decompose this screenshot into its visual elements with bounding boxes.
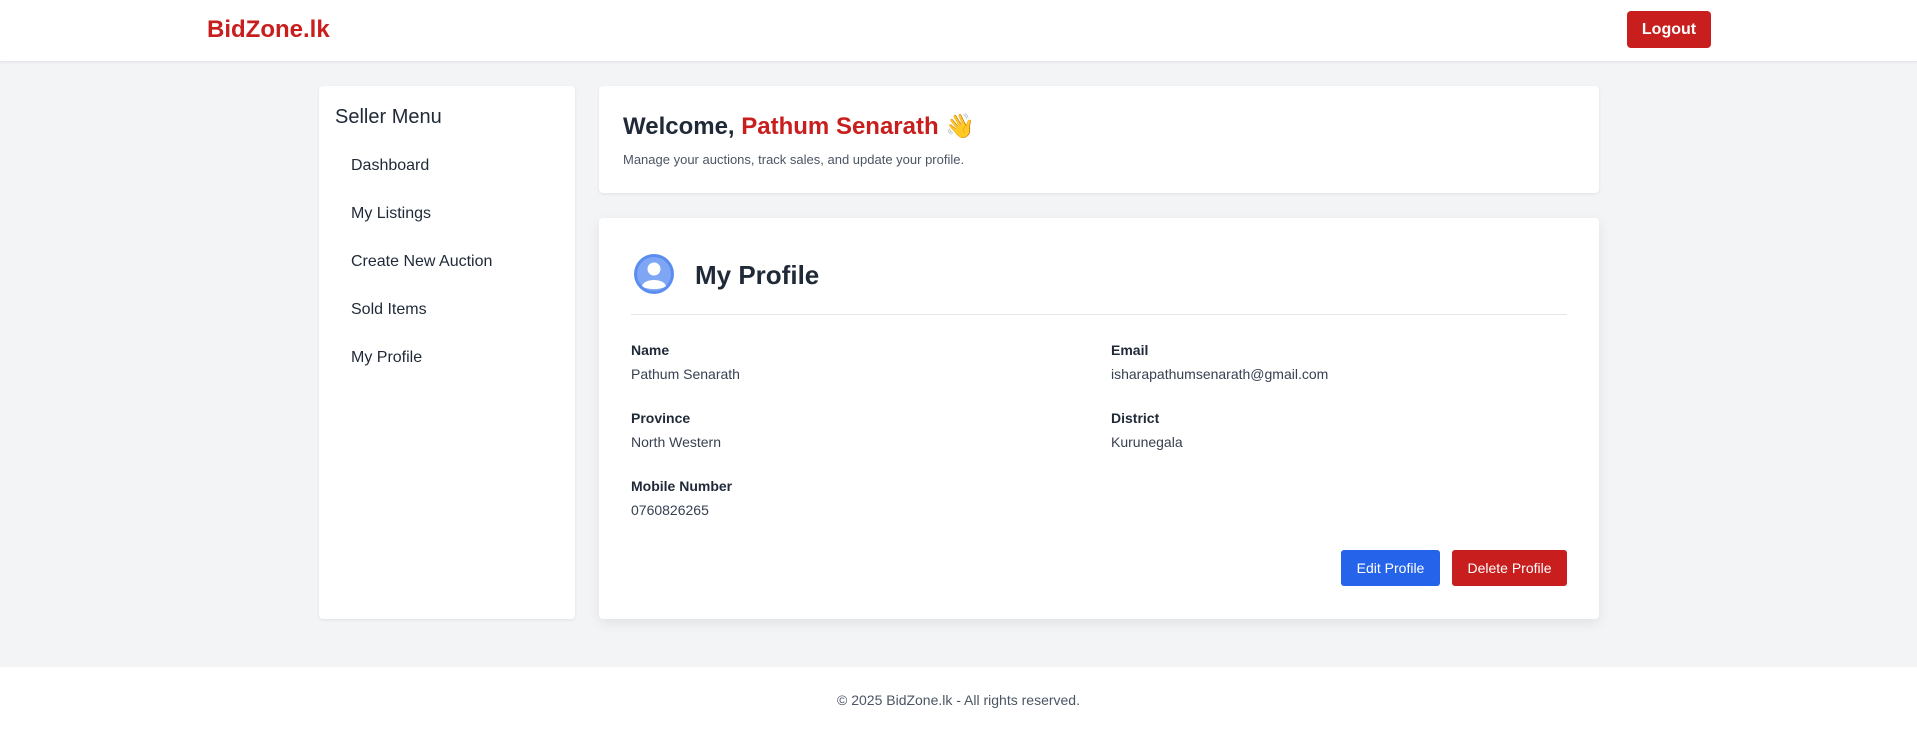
top-navbar: BidZone.lk Logout: [0, 0, 1917, 62]
edit-profile-button[interactable]: Edit Profile: [1341, 550, 1440, 586]
sidebar-item-create-new-auction[interactable]: Create New Auction: [351, 253, 492, 271]
sidebar-item-my-listings[interactable]: My Listings: [351, 205, 431, 223]
mobile-value: 0760826265: [631, 502, 709, 518]
profile-divider: [631, 314, 1567, 315]
name-label: Name: [631, 342, 670, 358]
footer-copyright: © 2025 BidZone.lk - All rights reserved.: [837, 692, 1080, 708]
province-label: Province: [631, 410, 691, 426]
sidebar-item-dashboard[interactable]: Dashboard: [351, 157, 429, 175]
footer: © 2025 BidZone.lk - All rights reserved.: [0, 667, 1917, 735]
welcome-user-name: Pathum Senarath: [741, 113, 939, 140]
sidebar-item-my-profile[interactable]: My Profile: [351, 349, 422, 367]
province-value: North Western: [631, 434, 721, 450]
sidebar-title: Seller Menu: [335, 106, 442, 128]
user-avatar-icon: [634, 254, 674, 294]
delete-profile-button[interactable]: Delete Profile: [1452, 550, 1567, 586]
welcome-subtitle: Manage your auctions, track sales, and u…: [623, 152, 965, 167]
welcome-card: Welcome, Pathum Senarath 👋 Manage your a…: [599, 86, 1599, 193]
district-label: District: [1111, 410, 1160, 426]
email-label: Email: [1111, 342, 1149, 358]
profile-title: My Profile: [695, 260, 820, 290]
welcome-prefix: Welcome,: [623, 113, 742, 140]
email-value: isharapathumsenarath@gmail.com: [1111, 366, 1329, 382]
profile-card: My Profile Name Pathum Senarath Email is…: [599, 218, 1599, 619]
sidebar-item-sold-items[interactable]: Sold Items: [351, 301, 427, 319]
name-value: Pathum Senarath: [631, 366, 740, 382]
welcome-heading: Welcome, Pathum Senarath 👋: [623, 112, 975, 141]
logout-button[interactable]: Logout: [1627, 11, 1711, 48]
seller-menu-sidebar: Seller Menu Dashboard My Listings Create…: [319, 86, 575, 619]
wave-emoji-icon: 👋: [938, 113, 976, 140]
brand-logo[interactable]: BidZone.lk: [207, 16, 330, 44]
district-value: Kurunegala: [1111, 434, 1183, 450]
mobile-label: Mobile Number: [631, 478, 733, 494]
